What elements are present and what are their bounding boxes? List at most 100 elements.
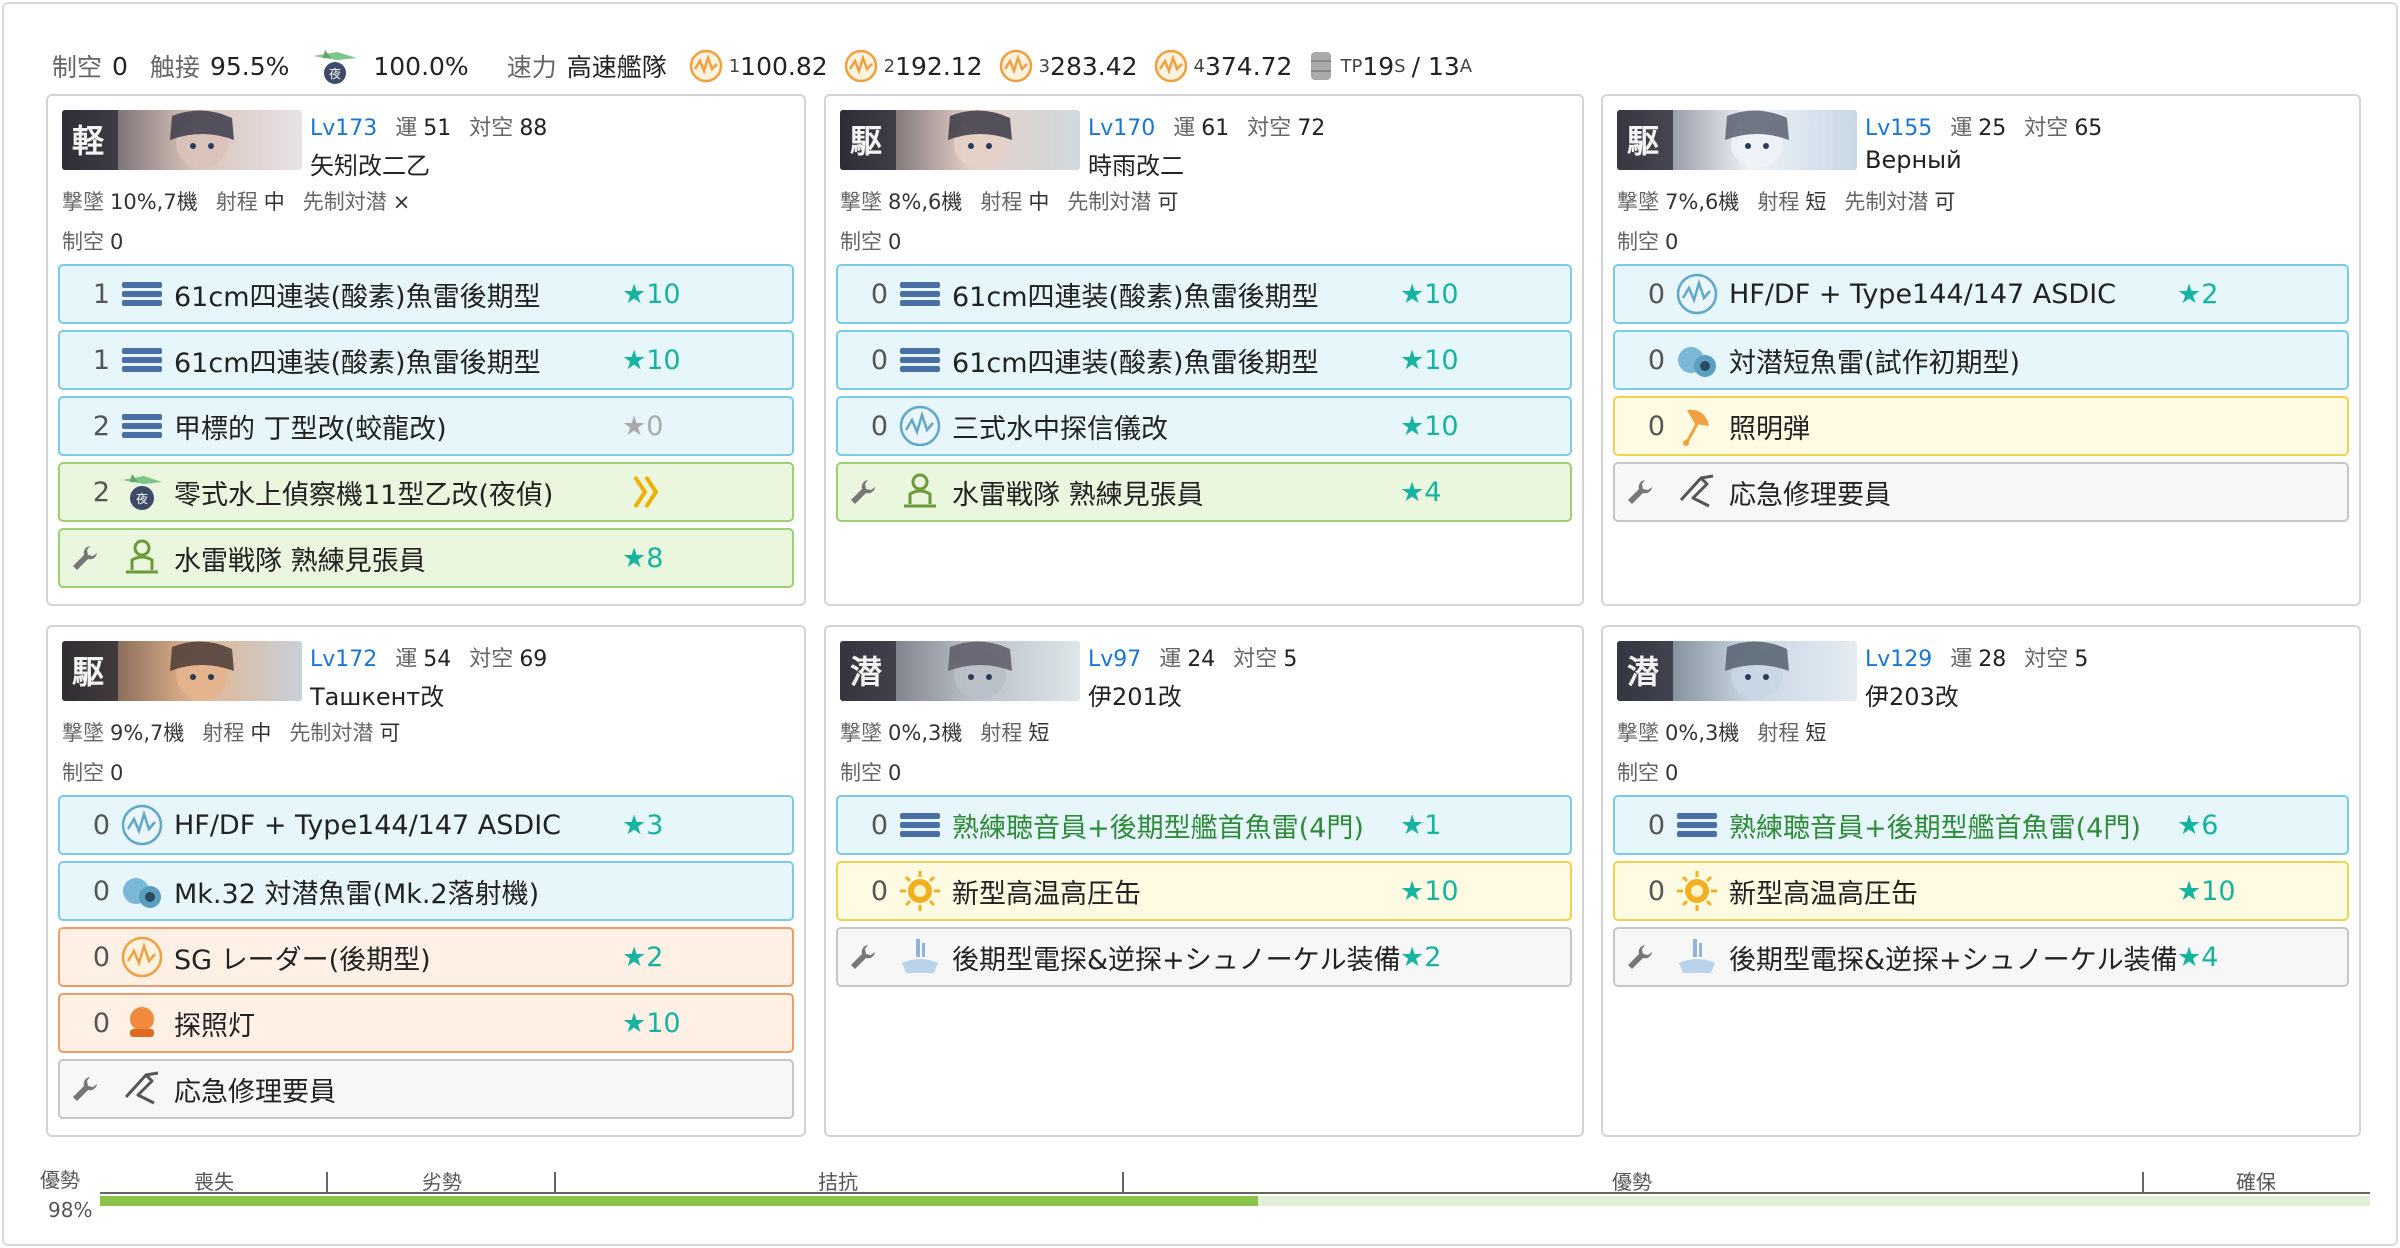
ship-stats: Lv173 運 51 対空 88: [310, 110, 565, 142]
ship-airpower: 制空 0: [1617, 226, 1696, 256]
slot-aircraft-count: 0: [1647, 344, 1665, 376]
equipment-name: 応急修理要員: [174, 1076, 336, 1108]
equipment-slot[interactable]: 0 Mk.32 対潜魚雷(Mk.2落射機): [58, 861, 794, 921]
slot-aircraft-count: 0: [92, 875, 110, 907]
ship-banner[interactable]: 駆: [1617, 110, 1857, 170]
star-shell-icon: [1675, 404, 1729, 448]
aa-value: 69: [519, 647, 548, 672]
boiler-icon: [898, 869, 952, 913]
radar-icon: [689, 49, 722, 83]
los-2: 2 192.12: [844, 49, 983, 83]
equipment-slot[interactable]: 0 61cm四連装(酸素)魚雷後期型 ★10: [836, 264, 1572, 324]
equipment-slot[interactable]: 0 HF/DF + Type144/147 ASDIC ★3: [58, 795, 794, 855]
svg-text:夜: 夜: [329, 66, 341, 81]
luck-value: 28: [1978, 647, 2007, 672]
night-recon-value: 100.0%: [373, 51, 469, 81]
equipment-name: 探照灯: [174, 1010, 255, 1042]
sonar-icon: [1675, 272, 1729, 316]
night-seaplane-icon: 夜: [120, 470, 174, 514]
aa-value: 5: [1283, 647, 1298, 672]
equipment-slot[interactable]: 0 新型高温高圧缶 ★10: [1613, 861, 2349, 921]
air-state-label-lost: 喪失: [194, 1170, 234, 1194]
equipment-slot[interactable]: 応急修理要員: [1613, 462, 2349, 522]
equipment-slot[interactable]: 2 夜 零式水上偵察機11型乙改(夜偵): [58, 462, 794, 522]
ship-banner[interactable]: 潜: [840, 641, 1080, 701]
equipment-slot[interactable]: 0 新型高温高圧缶 ★10: [836, 861, 1572, 921]
speed-value: 高速艦隊: [566, 53, 667, 82]
slot-aircraft-count: 2: [92, 476, 110, 508]
aa-value: 65: [2074, 116, 2103, 141]
proficiency-chevron-icon: [633, 475, 659, 509]
equipment-slot[interactable]: 0 SG レーダー(後期型) ★2: [58, 927, 794, 987]
equipment-name: 零式水上偵察機11型乙改(夜偵): [174, 479, 554, 511]
wrench-icon: [73, 1077, 97, 1101]
equipment-slot[interactable]: 1 61cm四連装(酸素)魚雷後期型 ★10: [58, 330, 794, 390]
drum-canister-icon: [1311, 52, 1332, 80]
ship-stats: Lv129 運 28 対空 5: [1865, 641, 2106, 673]
equipment-slot[interactable]: 0 対潜短魚雷(試作初期型): [1613, 330, 2349, 390]
ship-card[interactable]: 駆 Lv172 運 54 対空 69 Ташкент改 撃墜 9%,7機 射程中先制対潜可制空 0 0…: [46, 625, 806, 1137]
ship-level: Lv170: [1088, 116, 1156, 141]
ship-type-badge: 駆: [1627, 122, 1659, 160]
ship-card[interactable]: 駆 Lv170 運 61 対空 72 時雨改二 撃墜 8%,6機 射程中先制対潜可制空 0 0 61cm…: [824, 94, 1584, 606]
sonar-icon: [898, 404, 952, 448]
range-value: 短: [1805, 721, 1827, 745]
range-label: 射程: [202, 721, 245, 745]
slot-aircraft-count: 0: [870, 875, 888, 907]
equipment-slot[interactable]: 0 HF/DF + Type144/147 ASDIC ★2: [1613, 264, 2349, 324]
los-4: 4 374.72: [1154, 49, 1293, 83]
ship-card[interactable]: 駆 Lv155 運 25 対空 65 Верный 撃墜 7%,6機 射程短先制対潜可制空 0 0 HF…: [1601, 94, 2361, 606]
equipment-slot[interactable]: 水雷戦隊 熟練見張員 ★4: [836, 462, 1572, 522]
equipment-slot[interactable]: 0 熟練聴音員+後期型艦首魚雷(4門) ★1: [836, 795, 1572, 855]
slot-aircraft-count: 0: [870, 344, 888, 376]
ship-banner-image: 駆: [840, 110, 1080, 170]
equipment-slot[interactable]: 0 熟練聴音員+後期型艦首魚雷(4門) ★6: [1613, 795, 2349, 855]
ship-card[interactable]: 軽 Lv173 運 51 対空 88 矢矧改二乙 撃墜 10%,7機 射程中先制対潜 × 制空 0 1 61…: [46, 94, 806, 606]
aa-label: 対空: [469, 116, 514, 141]
equipment-slot[interactable]: 1 61cm四連装(酸素)魚雷後期型 ★10: [58, 264, 794, 324]
equipment-slot[interactable]: 2 甲標的 丁型改(蛟龍改) ★0: [58, 396, 794, 456]
equipment-slot[interactable]: 0 探照灯 ★10: [58, 993, 794, 1053]
expansion-slot-marker: [60, 543, 110, 573]
airpower-label: 制空: [62, 230, 104, 254]
aa-value: 72: [1297, 116, 1326, 141]
ship-card[interactable]: 潜 Lv97 運 24 対空 5 伊201改 撃墜 0%,3機 射程短制空 0 0 熟練聴音員+後期型艦…: [824, 625, 1584, 1137]
equipment-slot[interactable]: 0 照明弾: [1613, 396, 2349, 456]
ship-banner[interactable]: 軽: [62, 110, 302, 170]
shootdown-label: 撃墜: [1617, 721, 1659, 745]
aa-label: 対空: [1247, 116, 1292, 141]
aa-label: 対空: [2024, 116, 2069, 141]
tp-group: TP 19 S / 13 A: [1308, 49, 1472, 83]
luck-value: 51: [423, 116, 452, 141]
air-state-label-denial: 劣勢: [422, 1170, 462, 1194]
los-value: 374.72: [1204, 51, 1293, 81]
los-3: 3 283.42: [999, 49, 1138, 83]
ship-banner[interactable]: 駆: [62, 641, 302, 701]
depth-charge-icon: [1675, 338, 1729, 382]
shootdown-label: 撃墜: [1617, 190, 1659, 214]
range-label: 射程: [980, 190, 1023, 214]
luck-value: 25: [1978, 116, 2007, 141]
ship-card[interactable]: 潜 Lv129 運 28 対空 5 伊203改 撃墜 0%,3機 射程短制空 0 0 熟練聴音員+後期型…: [1601, 625, 2361, 1137]
equipment-slot[interactable]: 応急修理要員: [58, 1059, 794, 1119]
equipment-slot[interactable]: 水雷戦隊 熟練見張員 ★8: [58, 528, 794, 588]
range-label: 射程: [1757, 721, 1800, 745]
ship-banner[interactable]: 駆: [840, 110, 1080, 170]
shootdown-label: 撃墜: [840, 721, 882, 745]
tp-s-value: 19: [1362, 51, 1395, 81]
equipment-slot[interactable]: 後期型電探&逆探+シュノーケル装備 ★4: [1613, 927, 2349, 987]
air-state-label-parity: 拮抗: [818, 1170, 858, 1194]
shootdown-value: 9%,7機: [110, 721, 185, 745]
improvement-level: ★2: [2177, 278, 2219, 310]
equipment-name: HF/DF + Type144/147 ASDIC: [1729, 278, 2117, 310]
air-state-tick: [554, 1172, 556, 1194]
radar-icon: [1154, 49, 1187, 83]
improvement-level: ★10: [622, 278, 681, 310]
equipment-slot[interactable]: 0 三式水中探信儀改 ★10: [836, 396, 1572, 456]
equipment-slot[interactable]: 後期型電探&逆探+シュノーケル装備 ★2: [836, 927, 1572, 987]
ship-banner[interactable]: 潜: [1617, 641, 1857, 701]
luck-value: 24: [1187, 647, 1216, 672]
luck-value: 54: [423, 647, 452, 672]
equipment-slot[interactable]: 0 61cm四連装(酸素)魚雷後期型 ★10: [836, 330, 1572, 390]
boiler-icon: [1675, 869, 1729, 913]
